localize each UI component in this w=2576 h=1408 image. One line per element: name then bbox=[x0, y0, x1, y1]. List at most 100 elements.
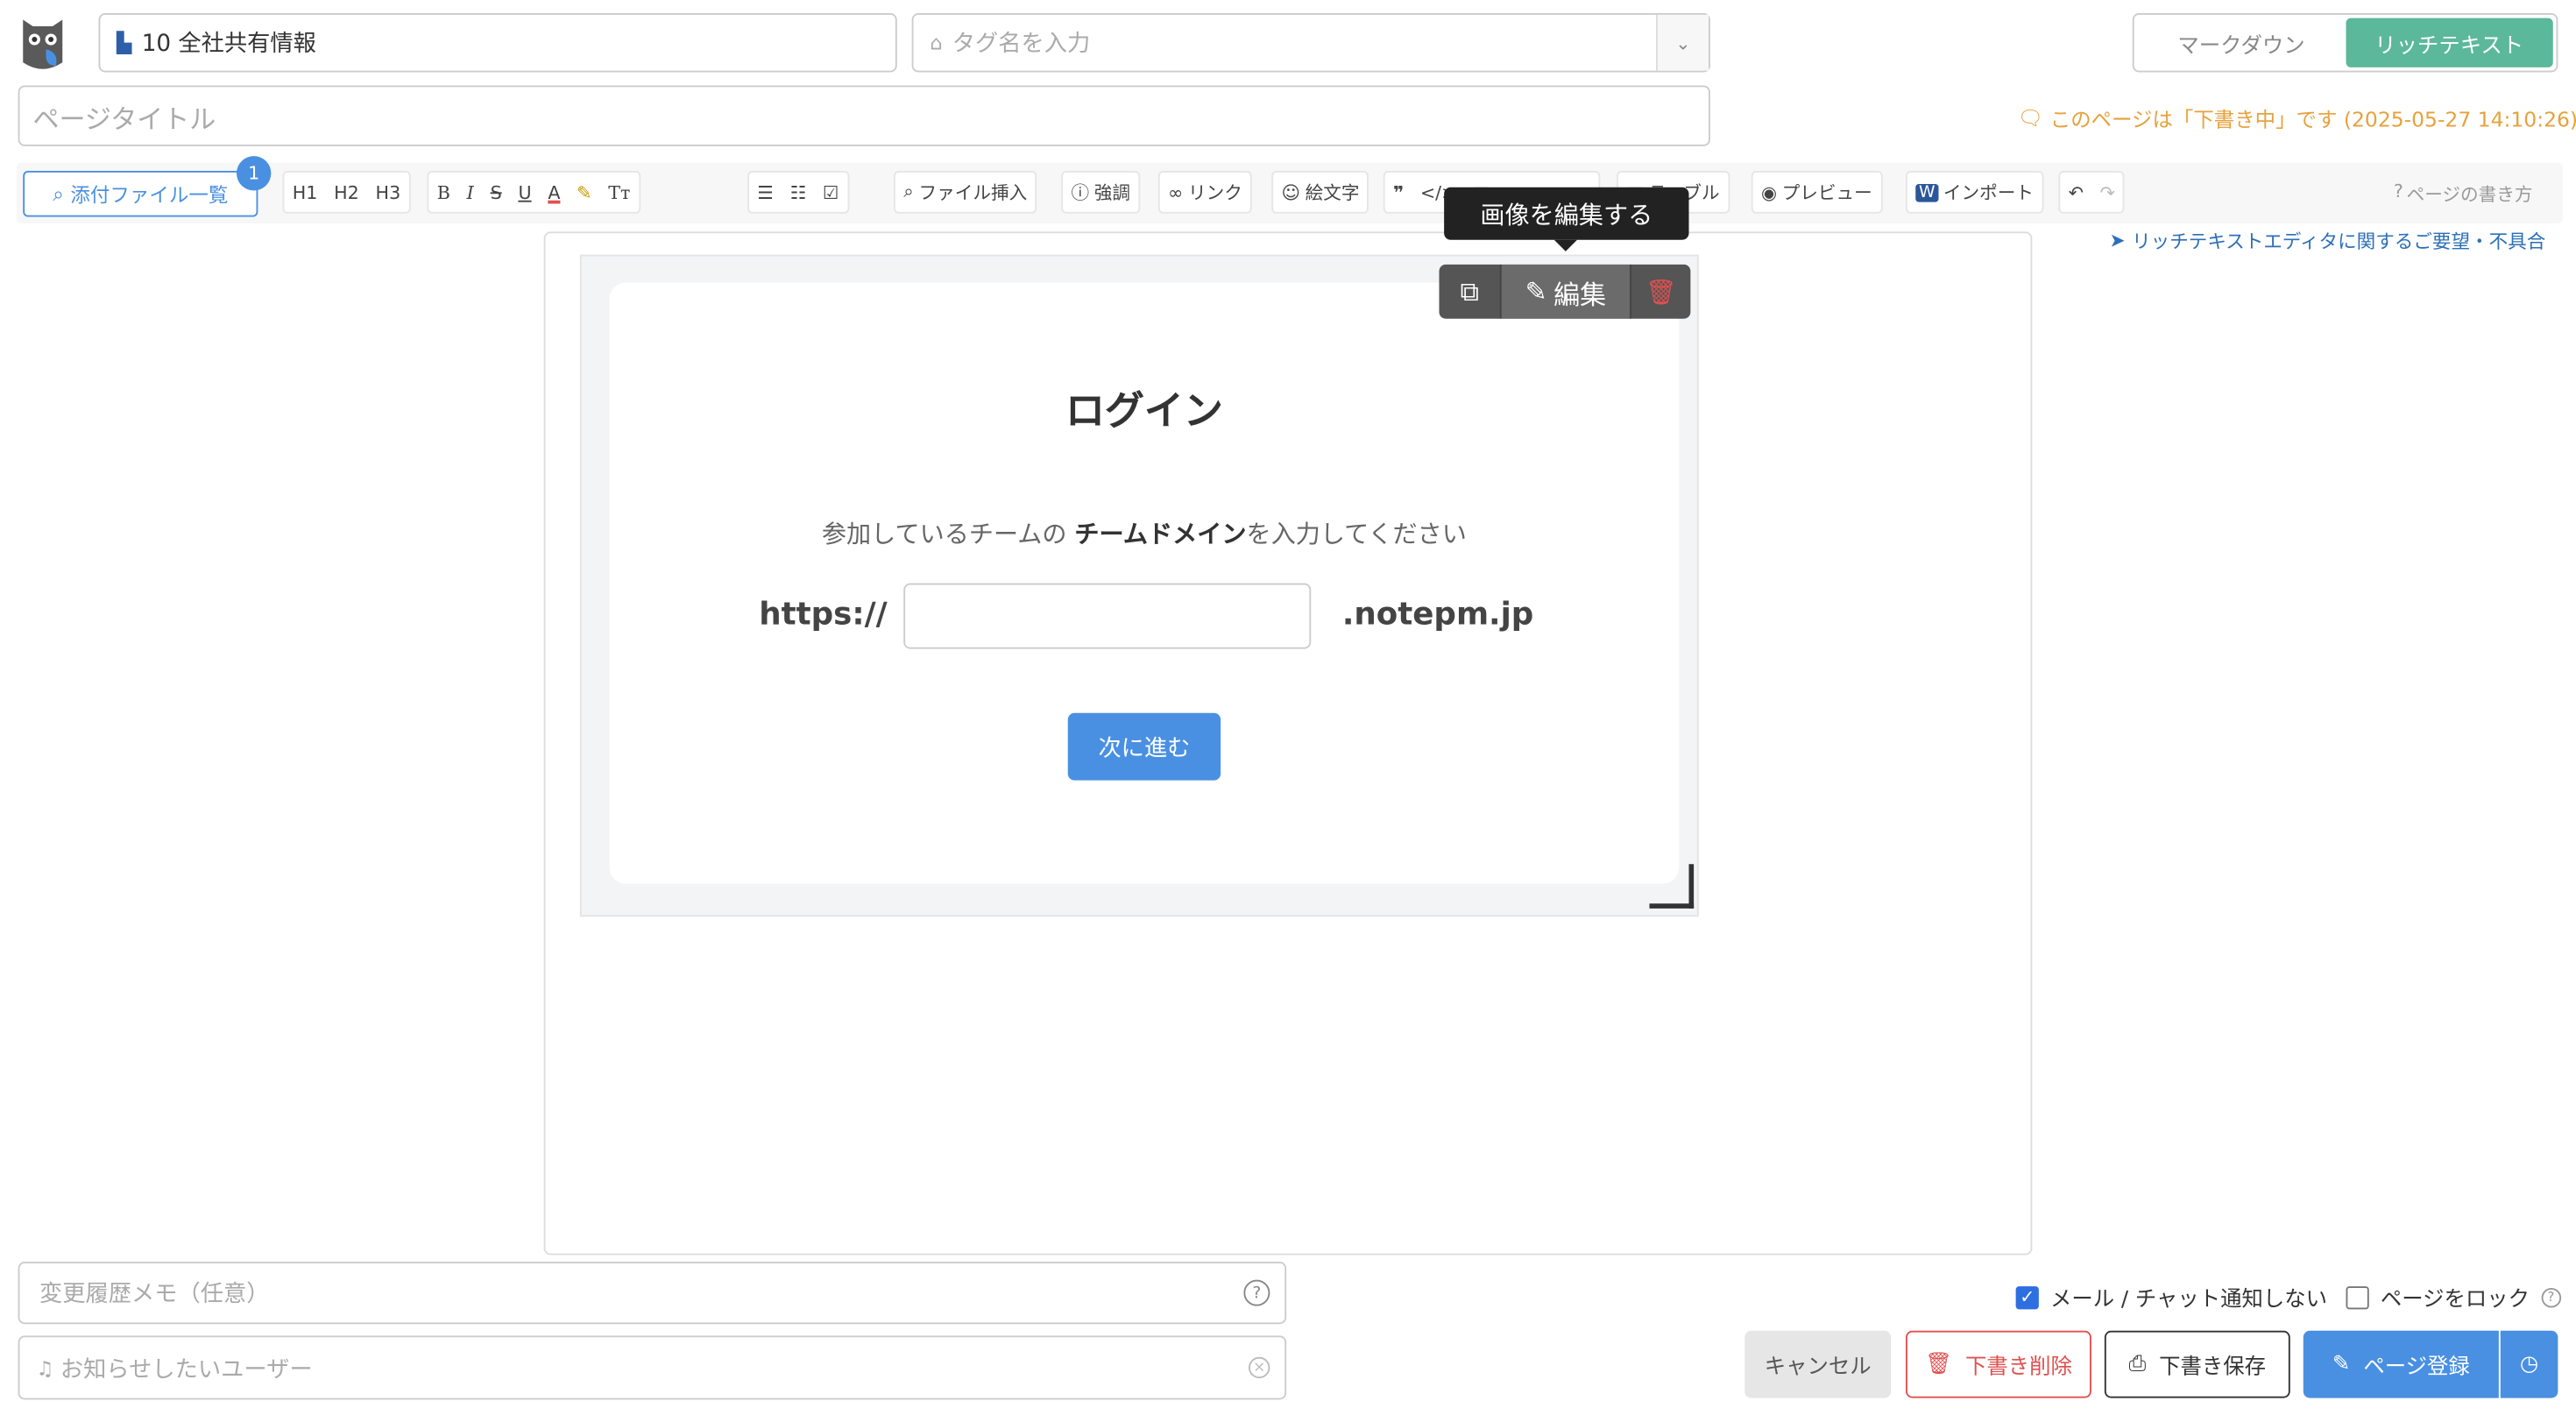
image-toolbar: ⧉ ✎ 編集 🗑 bbox=[1439, 264, 1691, 319]
tag-icon: ⌂ bbox=[930, 31, 943, 54]
quote-button[interactable]: ❞ bbox=[1385, 173, 1412, 212]
link-group: ∞ リンク bbox=[1157, 171, 1253, 214]
file-insert-button[interactable]: ⌕ ファイル挿入 bbox=[895, 173, 1036, 212]
help-link[interactable]: ? ページの書き方 bbox=[2394, 180, 2533, 207]
mode-richtext-button[interactable]: リッチテキスト bbox=[2345, 18, 2553, 67]
save-draft-button[interactable]: ⎙ 下書き保存 bbox=[2104, 1330, 2290, 1398]
emoji-group: ☺ 絵文字 bbox=[1271, 171, 1369, 214]
preview-label: プレビュー bbox=[1781, 182, 1872, 204]
preview-group: ◉ プレビュー bbox=[1751, 171, 1883, 214]
edit-image-tooltip: 画像を編集する bbox=[1444, 187, 1689, 251]
lock-label: ページをロック bbox=[2380, 1288, 2530, 1313]
folder-selector[interactable]: ▙ 10 全社共有情報 bbox=[98, 13, 897, 73]
text-color-button[interactable]: A bbox=[540, 173, 569, 212]
edit-image-button[interactable]: ✎ 編集 bbox=[1501, 264, 1630, 319]
schedule-clock-button[interactable]: ◷ bbox=[2500, 1330, 2558, 1398]
heading-group: H1 H2 H3 bbox=[282, 171, 411, 214]
question-circle-icon[interactable]: ? bbox=[1243, 1279, 1270, 1306]
bell-icon: ♫ bbox=[36, 1355, 54, 1380]
question-icon: ? bbox=[2393, 180, 2403, 202]
underline-button[interactable]: U bbox=[510, 173, 540, 212]
change-memo-input[interactable]: 変更履歴メモ（任意） ? bbox=[18, 1262, 1287, 1325]
link-button[interactable]: ∞ リンク bbox=[1160, 173, 1250, 212]
app-logo-icon[interactable] bbox=[17, 13, 69, 73]
h2-button[interactable]: H2 bbox=[326, 173, 367, 212]
preview-button[interactable]: ◉ プレビュー bbox=[1753, 173, 1881, 212]
link-label: リンク bbox=[1187, 182, 1242, 204]
embedded-image-frame[interactable]: ログイン 参加しているチームの チームドメインを入力してください https:/… bbox=[579, 254, 1699, 917]
redo-icon[interactable]: ↷ bbox=[2091, 173, 2123, 212]
lock-checkbox-row[interactable]: ページをロック ? bbox=[2346, 1282, 2561, 1313]
clear-circle-icon[interactable]: × bbox=[1249, 1356, 1270, 1379]
login-subtitle-pre: 参加しているチームの bbox=[821, 519, 1075, 549]
delete-image-icon[interactable]: 🗑 bbox=[1630, 264, 1690, 319]
draft-notice-text: このページは「下書き中」です (2025-05-27 14:10:26) bbox=[2049, 106, 2576, 131]
notify-users-placeholder: お知らせしたいユーザー bbox=[60, 1355, 313, 1383]
h3-button[interactable]: H3 bbox=[367, 173, 408, 212]
bold-button[interactable]: B bbox=[428, 173, 458, 212]
emphasis-button[interactable]: ⓘ 強調 bbox=[1063, 173, 1138, 212]
delete-draft-button[interactable]: 🗑 下書き削除 bbox=[1906, 1330, 2091, 1398]
import-button[interactable]: W インポート bbox=[1907, 173, 2042, 212]
emoji-label: 絵文字 bbox=[1305, 182, 1360, 204]
delete-draft-label: 下書き削除 bbox=[1964, 1355, 2072, 1380]
import-group: W インポート bbox=[1906, 171, 2044, 214]
history-group: ↶ ↷ bbox=[2058, 171, 2126, 214]
tooltip-text: 画像を編集する bbox=[1480, 199, 1653, 230]
draft-notice: 🗨 このページは「下書き中」です (2025-05-27 14:10:26) bbox=[2018, 102, 2576, 133]
highlight-icon[interactable]: ✎ bbox=[569, 173, 600, 212]
attachments-button[interactable]: ⌕ 添付ファイル一覧 bbox=[23, 171, 258, 217]
editor-mode-toggle: マークダウン リッチテキスト bbox=[2132, 13, 2558, 73]
no-notify-label: メール / チャット通知しない bbox=[2050, 1288, 2327, 1313]
smile-icon: ☺ bbox=[1281, 181, 1301, 203]
page-title-input[interactable]: ページタイトル bbox=[18, 85, 1710, 146]
save-icon: ⎙ bbox=[2128, 1352, 2147, 1377]
italic-button[interactable]: I bbox=[458, 173, 482, 212]
register-page-button[interactable]: ✎ ページ登録 bbox=[2303, 1330, 2499, 1398]
help-label: ページの書き方 bbox=[2406, 184, 2533, 206]
question-circle-icon[interactable]: ? bbox=[2541, 1287, 2561, 1307]
chevron-down-icon[interactable]: ⌄ bbox=[1656, 14, 1709, 71]
h1-button[interactable]: H1 bbox=[284, 173, 325, 212]
login-title: ログイン bbox=[1065, 387, 1223, 435]
cancel-label: キャンセル bbox=[1764, 1355, 1872, 1380]
bullet-list-icon[interactable]: ☰ bbox=[749, 173, 782, 212]
info-icon: ⓘ bbox=[1071, 182, 1090, 204]
resize-handle[interactable] bbox=[1649, 864, 1695, 909]
ordered-list-icon[interactable]: ☷ bbox=[782, 173, 814, 212]
login-next-button: 次に進む bbox=[1067, 712, 1221, 781]
feedback-label: リッチテキストエディタに関するご要望・不具合 bbox=[2132, 230, 2546, 253]
change-memo-placeholder: 変更履歴メモ（任意） bbox=[39, 1281, 270, 1308]
clear-format-button[interactable]: Tт bbox=[600, 173, 639, 212]
notify-users-input[interactable]: ♫ お知らせしたいユーザー × bbox=[18, 1335, 1287, 1400]
page-title-placeholder: ページタイトル bbox=[32, 103, 216, 134]
mode-markdown-button[interactable]: マークダウン bbox=[2137, 27, 2345, 58]
tag-input[interactable]: ⌂ タグ名を入力 ⌄ bbox=[911, 13, 1710, 73]
eye-icon: ◉ bbox=[1761, 181, 1778, 203]
emphasis-label: 強調 bbox=[1093, 182, 1130, 204]
building-icon: ▙ bbox=[117, 31, 132, 54]
open-external-icon[interactable]: ⧉ bbox=[1440, 264, 1502, 319]
login-subtitle-bold: チームドメイン bbox=[1074, 519, 1247, 549]
login-domain-input bbox=[903, 583, 1312, 649]
link-icon: ∞ bbox=[1168, 181, 1184, 203]
checklist-icon[interactable]: ☑ bbox=[815, 173, 847, 212]
clock-icon: ◷ bbox=[2519, 1352, 2539, 1377]
undo-icon[interactable]: ↶ bbox=[2060, 173, 2091, 212]
list-group: ☰ ☷ ☑ bbox=[747, 171, 849, 214]
tooltip-arrow bbox=[1553, 239, 1577, 251]
feedback-link[interactable]: ➤ リッチテキストエディタに関するご要望・不具合 bbox=[2110, 229, 2546, 255]
cancel-button[interactable]: キャンセル bbox=[1744, 1330, 1892, 1398]
tag-placeholder: タグ名を入力 bbox=[952, 31, 1091, 58]
strikethrough-button[interactable]: S bbox=[482, 173, 510, 212]
save-draft-label: 下書き保存 bbox=[2159, 1355, 2267, 1380]
file-insert-group: ⌕ ファイル挿入 bbox=[894, 171, 1037, 214]
attachments-count-badge: 1 bbox=[237, 156, 272, 191]
emoji-button[interactable]: ☺ 絵文字 bbox=[1273, 173, 1368, 212]
send-icon: ➤ bbox=[2109, 228, 2126, 251]
lock-checkbox[interactable] bbox=[2346, 1285, 2369, 1309]
no-notify-checkbox[interactable]: ✓ bbox=[2015, 1285, 2039, 1309]
login-subtitle-post: を入力してください bbox=[1246, 519, 1467, 549]
word-icon: W bbox=[1915, 183, 1939, 202]
no-notify-checkbox-row[interactable]: ✓ メール / チャット通知しない bbox=[2015, 1282, 2327, 1313]
